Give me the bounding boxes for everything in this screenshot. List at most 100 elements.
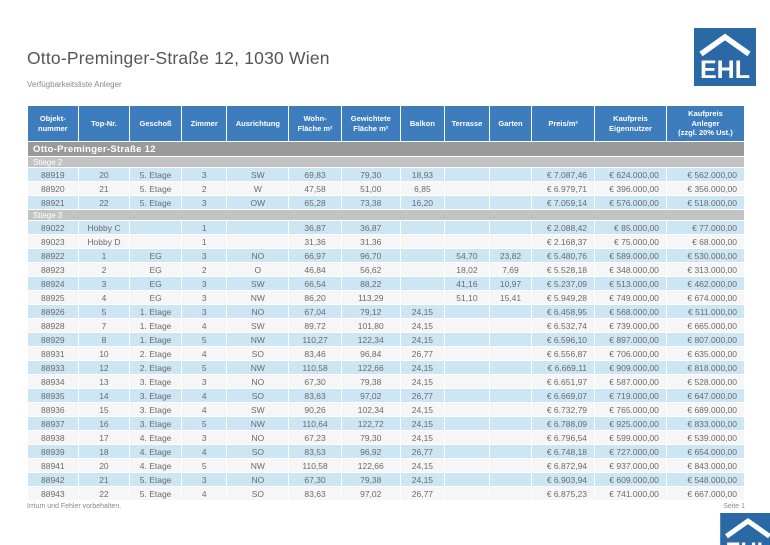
cell-gewichtete_flaeche: 102,34 xyxy=(341,403,400,417)
cell-top_nr: 14 xyxy=(78,389,130,403)
cell-wohnflaeche: 110,58 xyxy=(289,361,342,375)
cell-preis_m2: € 5.480,76 xyxy=(532,249,595,263)
table-row: 89022Hobby C136,8736,87€ 2.088,42€ 85.00… xyxy=(28,221,745,235)
cell-top_nr: 13 xyxy=(78,375,130,389)
column-header-balkon: Balkon xyxy=(400,106,445,142)
cell-zimmer: 3 xyxy=(181,431,227,445)
cell-objektnummer: 88923 xyxy=(28,263,79,277)
cell-zimmer: 5 xyxy=(181,459,227,473)
cell-kaufpreis_anleger: € 562.000,00 xyxy=(666,168,744,182)
building-band-row: Otto-Preminger-Straße 12 xyxy=(28,142,745,157)
column-header-geschoss: Geschoß xyxy=(130,106,182,142)
cell-balkon: 24,15 xyxy=(400,459,445,473)
cell-kaufpreis_anleger: € 665.000,00 xyxy=(666,319,744,333)
cell-ausrichtung: OW xyxy=(227,196,289,210)
column-header-preis_m2: Preis/m² xyxy=(532,106,595,142)
cell-garten xyxy=(489,417,532,431)
cell-ausrichtung: W xyxy=(227,182,289,196)
cell-garten xyxy=(489,235,532,249)
cell-top_nr: 3 xyxy=(78,277,130,291)
cell-geschoss: 3. Etage xyxy=(130,403,182,417)
cell-ausrichtung: NW xyxy=(227,459,289,473)
cell-gewichtete_flaeche: 73,38 xyxy=(341,196,400,210)
cell-top_nr: 20 xyxy=(78,459,130,473)
cell-objektnummer: 88925 xyxy=(28,291,79,305)
cell-kaufpreis_anleger: € 689.000,00 xyxy=(666,403,744,417)
cell-terrasse xyxy=(445,445,490,459)
column-header-kaufpreis_anleger: Kaufpreis Anleger (zzgl. 20% Ust.) xyxy=(666,106,744,142)
cell-kaufpreis_eigennutzer: € 739.000,00 xyxy=(595,319,667,333)
cell-kaufpreis_eigennutzer: € 719.000,00 xyxy=(595,389,667,403)
cell-preis_m2: € 6.875,23 xyxy=(532,487,595,501)
cell-zimmer: 3 xyxy=(181,249,227,263)
cell-kaufpreis_anleger: € 818.000,00 xyxy=(666,361,744,375)
cell-objektnummer: 88936 xyxy=(28,403,79,417)
cell-geschoss xyxy=(130,221,182,235)
cell-objektnummer: 88926 xyxy=(28,305,79,319)
table-row: 88936153. Etage4SW90,26102,3424,15€ 6.73… xyxy=(28,403,745,417)
cell-terrasse xyxy=(445,333,490,347)
cell-kaufpreis_eigennutzer: € 513.000,00 xyxy=(595,277,667,291)
cell-balkon: 24,15 xyxy=(400,305,445,319)
cell-wohnflaeche: 83,63 xyxy=(289,389,342,403)
cell-objektnummer: 88929 xyxy=(28,333,79,347)
cell-balkon: 24,15 xyxy=(400,473,445,487)
cell-balkon xyxy=(400,221,445,235)
cell-ausrichtung xyxy=(227,235,289,249)
cell-geschoss: 5. Etage xyxy=(130,196,182,210)
table-row: 8892651. Etage3NO67,0479,1224,15€ 6.458,… xyxy=(28,305,745,319)
cell-preis_m2: € 5.528,18 xyxy=(532,263,595,277)
cell-objektnummer: 88939 xyxy=(28,445,79,459)
cell-zimmer: 1 xyxy=(181,221,227,235)
cell-zimmer: 4 xyxy=(181,487,227,501)
cell-geschoss: 3. Etage xyxy=(130,375,182,389)
cell-kaufpreis_eigennutzer: € 624.000,00 xyxy=(595,168,667,182)
cell-gewichtete_flaeche: 79,30 xyxy=(341,168,400,182)
cell-geschoss: 1. Etage xyxy=(130,319,182,333)
cell-garten xyxy=(489,403,532,417)
cell-garten xyxy=(489,221,532,235)
cell-kaufpreis_anleger: € 530.000,00 xyxy=(666,249,744,263)
cell-terrasse xyxy=(445,319,490,333)
cell-terrasse xyxy=(445,473,490,487)
cell-kaufpreis_eigennutzer: € 727.000,00 xyxy=(595,445,667,459)
cell-gewichtete_flaeche: 79,38 xyxy=(341,375,400,389)
cell-ausrichtung: NW xyxy=(227,333,289,347)
cell-balkon xyxy=(400,249,445,263)
cell-wohnflaeche: 110,58 xyxy=(289,459,342,473)
cell-geschoss: 2. Etage xyxy=(130,347,182,361)
cell-ausrichtung: NO xyxy=(227,249,289,263)
cell-objektnummer: 88935 xyxy=(28,389,79,403)
cell-geschoss xyxy=(130,235,182,249)
table-row: 88919205. Etage3SW69,8379,3018,93€ 7.087… xyxy=(28,168,745,182)
cell-top_nr: 7 xyxy=(78,319,130,333)
cell-terrasse xyxy=(445,431,490,445)
ehl-logo-text: EHL xyxy=(726,538,770,545)
cell-balkon: 24,15 xyxy=(400,361,445,375)
cell-objektnummer: 88928 xyxy=(28,319,79,333)
cell-top_nr: 8 xyxy=(78,333,130,347)
cell-garten: 7,69 xyxy=(489,263,532,277)
cell-ausrichtung: SO xyxy=(227,389,289,403)
column-header-gewichtete_flaeche: Gewichtete Fläche m² xyxy=(341,106,400,142)
table-row: 889232EG2O46,8456,6218,027,69€ 5.528,18€… xyxy=(28,263,745,277)
cell-zimmer: 2 xyxy=(181,182,227,196)
cell-objektnummer: 88920 xyxy=(28,182,79,196)
table-row: 88937163. Etage5NW110,64122,7224,15€ 6.7… xyxy=(28,417,745,431)
cell-wohnflaeche: 67,23 xyxy=(289,431,342,445)
cell-ausrichtung: NO xyxy=(227,375,289,389)
cell-gewichtete_flaeche: 113,29 xyxy=(341,291,400,305)
cell-terrasse xyxy=(445,347,490,361)
ehl-logo-icon: EHL xyxy=(694,28,756,86)
page-title: Otto-Preminger-Straße 12, 1030 Wien xyxy=(27,48,330,69)
cell-gewichtete_flaeche: 122,34 xyxy=(341,333,400,347)
cell-top_nr: 21 xyxy=(78,473,130,487)
cell-kaufpreis_anleger: € 647.000,00 xyxy=(666,389,744,403)
cell-objektnummer: 88919 xyxy=(28,168,79,182)
cell-balkon xyxy=(400,235,445,249)
cell-preis_m2: € 6.748,18 xyxy=(532,445,595,459)
cell-objektnummer: 89023 xyxy=(28,235,79,249)
cell-wohnflaeche: 89,72 xyxy=(289,319,342,333)
cell-preis_m2: € 6.669,07 xyxy=(532,389,595,403)
cell-top_nr: 20 xyxy=(78,168,130,182)
